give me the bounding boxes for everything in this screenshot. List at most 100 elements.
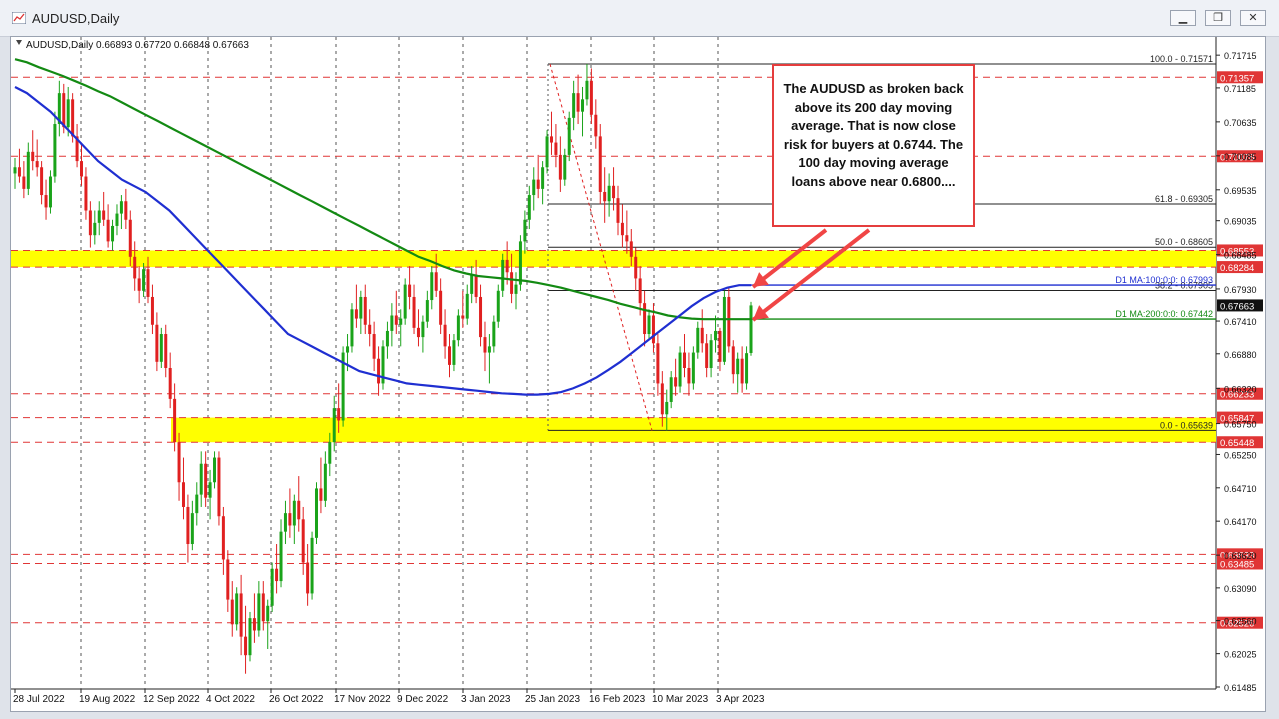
restore-button[interactable]: ❐ — [1205, 10, 1231, 26]
candle-body — [385, 330, 389, 347]
candle-body — [643, 303, 647, 335]
candle-body — [288, 513, 292, 526]
restore-icon: ❐ — [1213, 12, 1223, 24]
price-tick-label: 0.68485 — [1224, 251, 1257, 261]
candle-body — [660, 383, 664, 415]
minimize-icon: ▁ — [1178, 12, 1188, 24]
candle-body — [629, 241, 633, 257]
candle-body — [598, 136, 602, 192]
candle-body — [465, 293, 469, 319]
candle-body — [554, 142, 558, 155]
candle-body — [700, 327, 704, 344]
candle-body — [585, 80, 589, 100]
support-zones — [11, 250, 1216, 443]
candle-body — [257, 593, 261, 631]
chart-header-text: AUDUSD,Daily 0.66893 0.67720 0.66848 0.6… — [26, 40, 249, 51]
candle-body — [558, 154, 562, 180]
candle-body — [474, 275, 478, 297]
candle-body — [275, 568, 279, 582]
time-tick-label: 10 Mar 2023 — [652, 694, 709, 705]
candle-body — [292, 500, 296, 526]
candle-body — [62, 93, 66, 128]
red-level-label: 0.71357 — [1220, 73, 1254, 84]
candle-body — [226, 559, 230, 600]
candle-body — [142, 269, 146, 291]
candle-body — [306, 562, 310, 594]
candle-body — [332, 408, 336, 443]
candle-body — [44, 195, 48, 208]
annotation-box: The AUDUSD as broken back above its 200 … — [772, 64, 975, 227]
candle-body — [620, 222, 624, 236]
time-axis: 28 Jul 2022 19 Aug 2022 12 Sep 2022 4 Oct 2… — [13, 689, 765, 705]
candle-body — [359, 296, 363, 319]
candle-body — [549, 136, 553, 143]
candle-body — [239, 593, 243, 637]
window-title: AUDUSD,Daily — [32, 11, 120, 26]
candle-body — [119, 201, 123, 214]
candle-body — [279, 531, 283, 582]
price-chart[interactable]: 0.713570.700780.685530.682840.662330.658… — [11, 37, 1265, 711]
annotation-arrows — [751, 228, 871, 322]
price-tick-label: 0.69035 — [1224, 217, 1257, 227]
candle-body — [80, 161, 84, 177]
candle-body — [434, 272, 438, 291]
candle-body — [576, 93, 580, 112]
price-tick-label: 0.62025 — [1224, 650, 1257, 660]
chart-frame[interactable]: 0.71357 0.70078 0.68553 0.68284 0.66233 0.658… — [10, 36, 1266, 712]
annotation-text: The AUDUSD as broken back above its 200 … — [783, 81, 964, 189]
candle-body — [164, 334, 168, 368]
price-tick-label: 0.65750 — [1224, 420, 1257, 430]
candle-body — [616, 198, 620, 223]
red-level-label: 0.68284 — [1220, 263, 1254, 274]
candle-body — [40, 167, 44, 196]
candle-body — [669, 377, 673, 402]
candle-body — [88, 210, 92, 236]
candle-body — [13, 167, 17, 174]
candle-body — [115, 213, 119, 226]
candle-body — [634, 256, 638, 279]
candle-body — [270, 568, 274, 606]
candle-body — [150, 296, 154, 325]
candle-body — [368, 324, 372, 335]
candle-body — [394, 315, 398, 325]
candle-body — [244, 636, 248, 656]
candle-body — [346, 346, 350, 353]
candle-body — [204, 463, 208, 498]
time-tick-label: 17 Nov 2022 — [334, 694, 391, 705]
candle-body — [625, 235, 629, 242]
candle-body — [696, 327, 700, 353]
price-tick-label: 0.70085 — [1224, 152, 1257, 162]
candle-body — [190, 513, 194, 545]
price-tick-label: 0.67410 — [1224, 317, 1257, 327]
candle-body — [97, 210, 101, 223]
close-icon: ✕ — [1248, 12, 1258, 24]
current-price-label: 0.67663 — [1220, 301, 1254, 312]
candle-body — [461, 315, 465, 319]
candle-body — [363, 296, 367, 325]
moving-averages: D1 MA:100:0:0: 0.67993 D1 MA:200:0:0: 0.6… — [14, 58, 1216, 396]
candle-body — [722, 296, 726, 362]
candle-body — [443, 324, 447, 347]
candle-body — [452, 340, 456, 365]
price-tick-label: 0.69535 — [1224, 186, 1257, 196]
candle-body — [563, 154, 567, 180]
candle-body — [674, 377, 678, 387]
candle-body — [523, 219, 527, 242]
time-tick-label: 25 Jan 2023 — [525, 694, 580, 705]
candle-body — [283, 513, 287, 532]
candle-body — [328, 442, 332, 464]
candle-body — [589, 80, 593, 115]
candle-body — [177, 442, 181, 483]
candle-body — [714, 330, 718, 341]
candle-body — [581, 99, 585, 112]
chart-header: AUDUSD,Daily 0.66893 0.67720 0.66848 0.6… — [16, 40, 249, 51]
candle-body — [319, 488, 323, 501]
time-tick-label: 16 Feb 2023 — [589, 694, 646, 705]
candle-body — [266, 605, 270, 622]
close-button[interactable]: ✕ — [1240, 10, 1266, 26]
candle-body — [470, 275, 474, 294]
ma200-label: D1 MA:200:0:0: 0.67442 — [1115, 309, 1213, 319]
minimize-button[interactable]: ▁ — [1170, 10, 1196, 26]
candle-body — [572, 93, 576, 118]
candle-body — [230, 599, 234, 625]
